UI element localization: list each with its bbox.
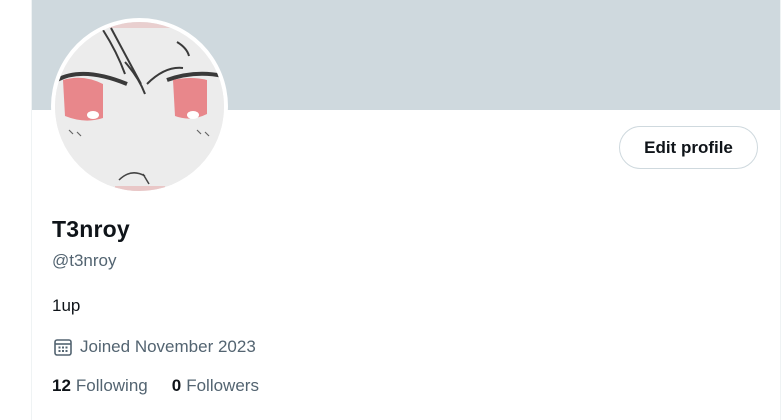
following-label: Following: [75, 376, 148, 395]
profile-bio: 1up: [52, 296, 81, 315]
display-name: T3nroy: [52, 216, 130, 242]
edit-profile-label: Edit profile: [644, 137, 733, 157]
followers-label: Followers: [186, 376, 259, 395]
followers-count: 0: [171, 376, 182, 395]
avatar-frame[interactable]: [51, 18, 228, 195]
following-link[interactable]: 12 Following: [52, 376, 148, 396]
follow-stats: 12 Following 0 Followers: [52, 376, 283, 396]
avatar[interactable]: [55, 22, 224, 191]
followers-link[interactable]: 0 Followers: [172, 376, 259, 396]
edit-profile-button[interactable]: Edit profile: [619, 126, 758, 169]
user-handle: @t3nroy: [52, 251, 117, 270]
avatar-image: [55, 22, 224, 191]
calendar-icon: [52, 336, 74, 358]
joined-date: Joined November 2023: [52, 336, 256, 358]
joined-text: Joined November 2023: [80, 337, 256, 356]
following-count: 12: [52, 376, 71, 395]
profile-page: Edit profile T3nroy @t3nroy 1up Joined N…: [0, 0, 781, 420]
left-gutter: [0, 0, 32, 420]
